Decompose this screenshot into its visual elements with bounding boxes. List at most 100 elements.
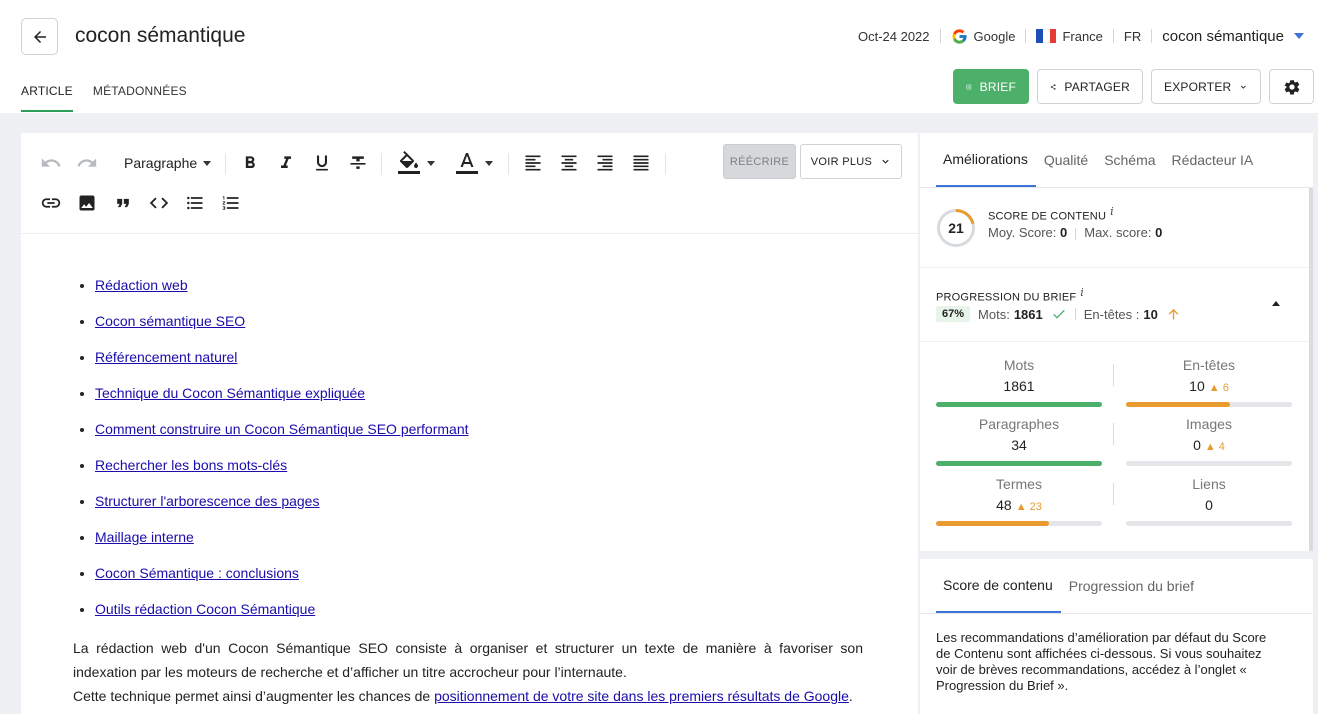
- tab-quality[interactable]: Qualité: [1044, 133, 1088, 187]
- article-link[interactable]: positionnement de votre site dans les pr…: [434, 688, 849, 704]
- metric-3: Paragraphes 34: [936, 416, 1102, 457]
- rewrite-button[interactable]: RÉÉCRIRE: [723, 144, 796, 179]
- toolbar-divider: [665, 153, 666, 175]
- article-body[interactable]: La rédaction web d'un Cocon Sémantique S…: [73, 636, 863, 708]
- code-icon: [149, 197, 169, 209]
- see-more-label: VOIR PLUS: [810, 155, 873, 168]
- list-item: Outils rédaction Cocon Sémantique: [95, 600, 469, 636]
- see-more-button[interactable]: VOIR PLUS: [800, 144, 902, 179]
- export-button[interactable]: EXPORTER: [1151, 69, 1261, 104]
- tab-metadata[interactable]: MÉTADONNÉES: [93, 84, 187, 112]
- metric-delta: ▲ 6: [1208, 382, 1229, 394]
- toc-link[interactable]: Comment construire un Cocon Sémantique S…: [95, 421, 469, 437]
- bullet-list-icon: [187, 196, 203, 210]
- quote-button[interactable]: [112, 192, 134, 214]
- panel-separator: [920, 551, 1313, 559]
- metric-value: 48: [996, 497, 1012, 513]
- numbered-list-button[interactable]: [220, 192, 242, 214]
- list-item: Structurer l'arborescence des pages: [95, 492, 469, 528]
- section-divider: [920, 341, 1309, 342]
- tab-brief-progress[interactable]: Progression du brief: [1069, 559, 1194, 613]
- metric-progress-bar: [1126, 461, 1292, 466]
- image-button[interactable]: [76, 192, 98, 214]
- toolbar-divider: [225, 153, 226, 175]
- list-item: Cocon Sémantique : conclusions: [95, 564, 469, 600]
- bold-button[interactable]: [239, 152, 261, 174]
- toc-link[interactable]: Rechercher les bons mots-clés: [95, 457, 287, 473]
- metric-progress-bar: [936, 521, 1102, 526]
- undo-button[interactable]: [39, 153, 63, 173]
- toc-link[interactable]: Technique du Cocon Sémantique expliquée: [95, 385, 365, 401]
- fill-color-button[interactable]: [393, 150, 439, 176]
- toc-link[interactable]: Référencement naturel: [95, 349, 237, 365]
- align-left-icon: [525, 155, 541, 171]
- section-divider: [920, 267, 1309, 268]
- insights-panel: Améliorations Qualité Schéma Rédacteur I…: [920, 133, 1313, 714]
- info-icon[interactable]: i: [1110, 205, 1114, 218]
- metric-6: Liens 0: [1126, 476, 1292, 517]
- share-icon: [1050, 83, 1056, 90]
- toc-link[interactable]: Structurer l'arborescence des pages: [95, 493, 319, 509]
- code-button[interactable]: [147, 192, 171, 214]
- language-info: FR: [1114, 29, 1151, 44]
- align-justify-button[interactable]: [630, 152, 652, 174]
- metric-value-row: 0: [1126, 497, 1292, 517]
- toolbar-separator: [21, 233, 918, 234]
- tab-article[interactable]: ARTICLE: [21, 84, 73, 112]
- brief-button[interactable]: BRIEF: [953, 69, 1029, 104]
- toc-link[interactable]: Rédaction web: [95, 277, 188, 293]
- align-left-button[interactable]: [522, 152, 544, 174]
- tab-ai-writer[interactable]: Rédacteur IA: [1164, 133, 1254, 187]
- avg-score-label: Moy. Score:: [988, 225, 1057, 240]
- tab-content-score[interactable]: Score de contenu: [936, 559, 1061, 613]
- align-center-button[interactable]: [558, 152, 580, 174]
- align-right-icon: [597, 155, 613, 171]
- toc-link[interactable]: Outils rédaction Cocon Sémantique: [95, 601, 315, 617]
- project-selector[interactable]: cocon sémantique: [1152, 28, 1314, 45]
- brief-label: BRIEF: [979, 79, 1016, 94]
- date-info: Oct-24 2022: [848, 29, 940, 44]
- table-of-contents: Rédaction web Cocon sémantique SEO Référ…: [95, 276, 469, 636]
- panel-tabs: Améliorations Qualité Schéma Rédacteur I…: [936, 133, 1253, 187]
- underline-button[interactable]: [311, 152, 333, 174]
- avg-score-value: 0: [1060, 225, 1068, 240]
- brief-label-text: PROGRESSION DU BRIEF: [936, 291, 1077, 304]
- info-icon[interactable]: i: [1080, 286, 1084, 299]
- link-button[interactable]: [39, 192, 63, 214]
- text-color-button[interactable]: [451, 150, 497, 176]
- fill-color-icon: [398, 151, 420, 174]
- bold-icon: [245, 156, 255, 168]
- text-color-icon: [456, 153, 478, 174]
- strikethrough-button[interactable]: [347, 152, 369, 174]
- metric-value: 0: [1205, 497, 1213, 513]
- metric-value: 34: [1011, 437, 1027, 453]
- settings-button[interactable]: [1269, 69, 1314, 104]
- collapse-caret-icon[interactable]: [1272, 301, 1280, 306]
- project-name: cocon sémantique: [1162, 27, 1284, 45]
- stats-divider: [1075, 227, 1077, 240]
- country-text: France: [1062, 28, 1103, 44]
- words-label: Mots:: [978, 306, 1010, 322]
- redo-button[interactable]: [75, 153, 99, 173]
- engine-text: Google: [973, 28, 1016, 44]
- toc-link[interactable]: Cocon Sémantique : conclusions: [95, 565, 299, 581]
- italic-button[interactable]: [275, 152, 297, 174]
- toc-link[interactable]: Maillage interne: [95, 529, 194, 545]
- block-type-select[interactable]: Paragraphe: [124, 153, 212, 173]
- strikethrough-icon: [350, 156, 366, 169]
- article-paragraph: Cette technique permet ainsi d’augmenter…: [73, 684, 863, 708]
- back-button[interactable]: [21, 18, 58, 55]
- engine-info: Google: [941, 28, 1026, 45]
- tab-schema[interactable]: Schéma: [1096, 133, 1155, 187]
- bullet-list-button[interactable]: [184, 192, 206, 214]
- toc-link[interactable]: Cocon sémantique SEO: [95, 313, 245, 329]
- align-right-button[interactable]: [594, 152, 616, 174]
- tab-improvements[interactable]: Améliorations: [936, 133, 1036, 187]
- metric-name: En-têtes: [1182, 357, 1236, 373]
- scrollbar[interactable]: [1309, 188, 1313, 552]
- share-button[interactable]: PARTAGER: [1037, 69, 1143, 104]
- metric-value-row: 48 ▲ 23: [936, 497, 1102, 517]
- arrow-left-icon: [33, 30, 46, 43]
- metric-4: Images 0 ▲ 4: [1126, 416, 1292, 457]
- caret-down-icon: [485, 160, 493, 166]
